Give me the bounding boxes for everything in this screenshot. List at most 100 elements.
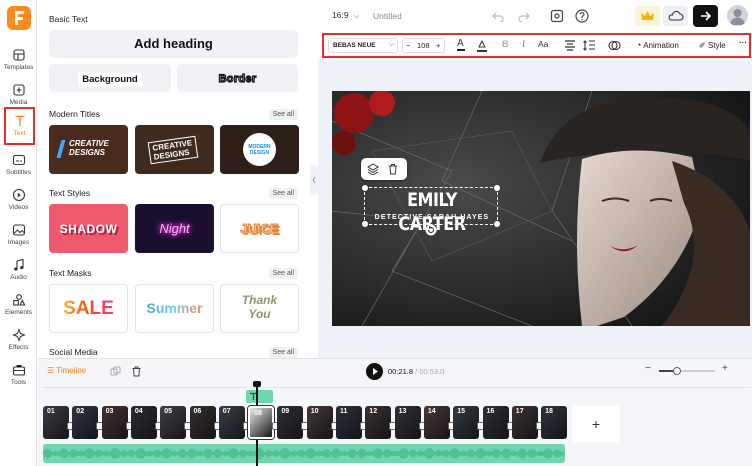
timeline-clip[interactable]: 09: [277, 406, 304, 439]
user-icon: [730, 9, 745, 25]
timeline-clip[interactable]: 12: [365, 406, 392, 439]
font-size-increase-button[interactable]: +: [436, 41, 440, 50]
text-style-tile-night[interactable]: Night: [135, 204, 214, 253]
rail-item-label: Tools: [10, 379, 27, 386]
rail-item-templates[interactable]: Templates: [0, 43, 37, 81]
rail-item-images[interactable]: Images: [0, 218, 37, 256]
rail-item-tools[interactable]: Tools: [0, 358, 37, 396]
timeline-clip-selected[interactable]: 08: [248, 406, 275, 439]
zoom-slider-handle[interactable]: [673, 367, 681, 375]
clip-number: 15: [457, 408, 465, 415]
rail-item-label: Effects: [8, 344, 29, 351]
font-size-decrease-button[interactable]: −: [406, 41, 410, 50]
collapse-panel-handle[interactable]: [310, 165, 318, 195]
timeline-clip[interactable]: 05: [160, 406, 187, 439]
line-spacing-icon[interactable]: [583, 40, 595, 51]
more-options-button[interactable]: ···: [739, 38, 747, 47]
style-button[interactable]: ✐ Style: [699, 37, 726, 54]
timeline-clip[interactable]: 06: [189, 406, 216, 439]
cloud-button[interactable]: [663, 6, 688, 26]
timeline-clip[interactable]: 03: [101, 406, 128, 439]
text-styles-see-all[interactable]: See all: [268, 188, 298, 199]
text-mask-tile-summer[interactable]: Summer: [135, 284, 214, 333]
zoom-out-button[interactable]: −: [645, 363, 651, 374]
font-select[interactable]: BEBAS NEUE ⌵: [328, 38, 398, 53]
delete-clip-icon[interactable]: [131, 366, 142, 377]
duplicate-icon[interactable]: [110, 366, 121, 377]
text-masks-see-all[interactable]: See all: [268, 268, 298, 279]
timeline-clip[interactable]: 11: [336, 406, 362, 439]
text-panel: Basic Text Add heading Background Border…: [38, 0, 310, 358]
zoom-in-button[interactable]: +: [722, 363, 728, 374]
redo-icon[interactable]: [518, 10, 530, 22]
help-icon[interactable]: [575, 9, 589, 23]
modern-title-tile-2[interactable]: CREATIVE DESIGNS: [135, 125, 214, 174]
text-track-clip[interactable]: [246, 390, 273, 403]
bold-icon[interactable]: B: [502, 39, 509, 49]
timeline-clip[interactable]: 16: [482, 406, 509, 439]
audio-icon: [13, 258, 24, 271]
add-clip-button[interactable]: +: [572, 406, 620, 442]
rail-item-elements[interactable]: Elements: [0, 288, 37, 326]
timeline-button[interactable]: ☰ Timeline: [47, 363, 86, 379]
align-center-icon[interactable]: [564, 40, 576, 51]
text-mask-tile-sale[interactable]: SALE: [49, 284, 128, 333]
timeline-clip[interactable]: 14: [423, 406, 450, 439]
audio-track[interactable]: [43, 444, 565, 463]
rail-item-effects[interactable]: Effects: [0, 323, 37, 361]
modern-title-3-line2: DESIGN: [249, 150, 270, 156]
border-text-button[interactable]: Border: [177, 64, 298, 92]
layers-icon[interactable]: [367, 163, 379, 175]
screen-capture-icon[interactable]: [550, 9, 564, 23]
timeline-clip[interactable]: 04: [130, 406, 157, 439]
clip-number: 18: [545, 408, 553, 415]
play-button[interactable]: [366, 363, 383, 380]
clip-number: 06: [193, 408, 202, 415]
playhead-handle[interactable]: [253, 381, 261, 387]
highlight-color-icon[interactable]: [476, 39, 488, 53]
timeline-clip[interactable]: 07: [218, 406, 245, 439]
modern-titles-see-all[interactable]: See all: [268, 109, 298, 120]
total-time: 00:53.0: [419, 367, 445, 376]
project-title[interactable]: Untitled: [373, 11, 402, 21]
modern-title-tile-3[interactable]: MODERN DESIGN: [220, 125, 299, 174]
text-color-icon[interactable]: A: [457, 38, 465, 51]
social-media-see-all[interactable]: See all: [268, 347, 298, 358]
add-heading-button[interactable]: Add heading: [49, 30, 298, 58]
rail-item-text[interactable]: Text: [4, 107, 35, 145]
rail-item-subtitles[interactable]: Subtitles: [0, 148, 37, 186]
timeline-clip[interactable]: 17: [511, 406, 538, 439]
background-text-button[interactable]: Background: [49, 64, 171, 92]
timeline-clip[interactable]: 13: [394, 406, 421, 439]
font-size-stepper[interactable]: − 108 +: [402, 38, 445, 53]
font-size-value[interactable]: 108: [417, 41, 430, 50]
timeline-ruler: [42, 387, 751, 388]
rotate-icon[interactable]: [425, 224, 437, 236]
timeline-clip[interactable]: 10: [306, 406, 333, 439]
opacity-icon[interactable]: [608, 39, 621, 52]
text-style-tile-juice[interactable]: JUICE: [220, 204, 299, 253]
rail-item-audio[interactable]: Audio: [0, 253, 37, 291]
selected-text-box[interactable]: EMILY CARTER DETECTIVE SARAH HAYES: [362, 185, 500, 235]
left-rail: Templates Media Text Subtitles Videos Images A…: [0, 0, 37, 466]
trash-icon[interactable]: [387, 163, 399, 175]
avatar[interactable]: [727, 5, 748, 26]
export-button[interactable]: [693, 5, 718, 27]
timeline-clip[interactable]: 18: [541, 406, 568, 439]
clip-number: 10: [310, 408, 319, 415]
italic-icon[interactable]: I: [522, 39, 525, 49]
text-style-tile-shadow[interactable]: SHADOW: [49, 204, 128, 253]
text-case-button[interactable]: Aa: [538, 39, 548, 49]
timeline-clip[interactable]: 15: [453, 406, 480, 439]
modern-title-tile-1[interactable]: CREATIVE DESIGNS: [49, 125, 128, 174]
premium-button[interactable]: [635, 6, 660, 26]
undo-icon[interactable]: [492, 10, 504, 22]
video-canvas[interactable]: EMILY CARTER DETECTIVE SARAH HAYES: [332, 91, 750, 326]
animation-button[interactable]: ◔ Animation: [636, 37, 679, 54]
timeline-clip[interactable]: 02: [72, 406, 99, 439]
rail-item-videos[interactable]: Videos: [0, 183, 37, 221]
zoom-slider[interactable]: [659, 367, 715, 375]
text-mask-tile-thank-you[interactable]: Thank You: [220, 284, 299, 333]
aspect-ratio-select[interactable]: 16:9 ⌵: [332, 10, 359, 21]
timeline-clip[interactable]: 01: [43, 406, 69, 439]
